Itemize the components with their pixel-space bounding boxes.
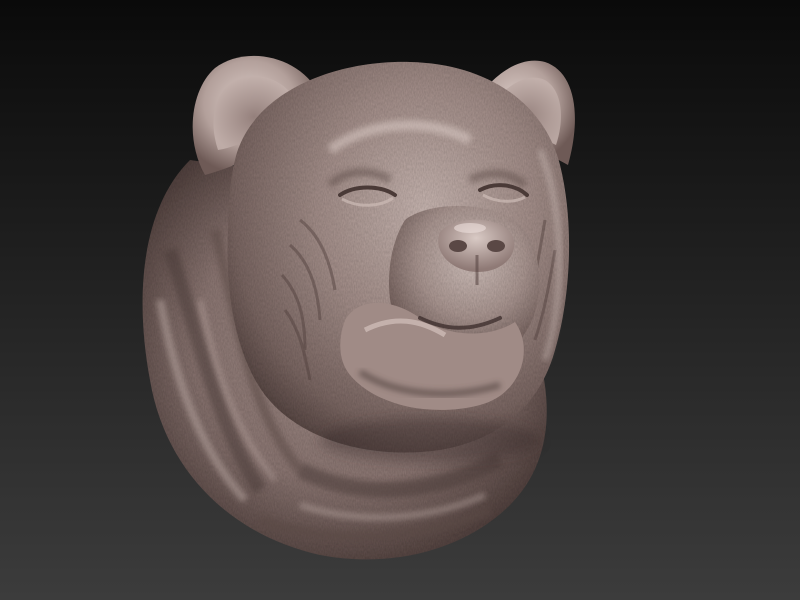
sculpt-viewport[interactable]: [0, 0, 800, 600]
chin-shadow: [320, 418, 540, 462]
bear-sculpt-render: [0, 0, 800, 600]
